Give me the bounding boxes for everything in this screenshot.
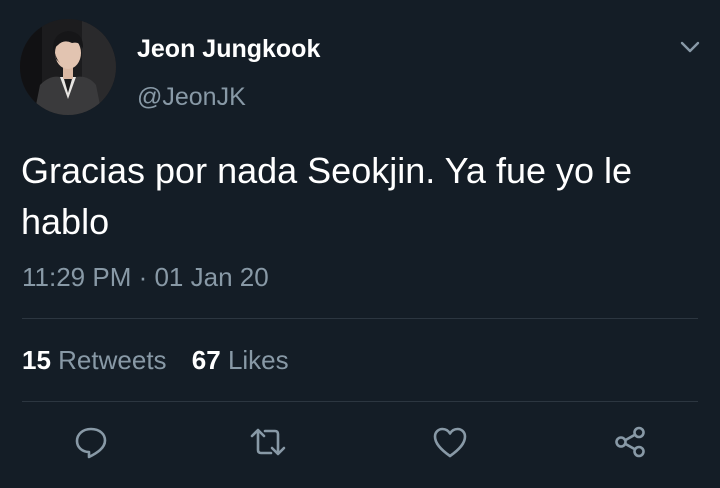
divider: [22, 401, 698, 402]
retweet-button[interactable]: [248, 422, 288, 462]
retweets-label: Retweets: [58, 345, 167, 375]
avatar[interactable]: [20, 19, 116, 115]
retweets-count: 15: [22, 345, 51, 375]
reply-button[interactable]: [71, 422, 111, 462]
like-button[interactable]: [430, 422, 470, 462]
likes-stat[interactable]: 67 Likes: [192, 343, 289, 377]
display-name[interactable]: Jeon Jungkook: [137, 33, 320, 65]
retweet-icon: [250, 428, 286, 456]
tweet-text: Gracias por nada Seokjin. Ya fue yo le h…: [21, 150, 633, 242]
chevron-down-icon[interactable]: [678, 38, 702, 56]
tweet-timestamp: 11:29 PM · 01 Jan 20: [22, 262, 269, 292]
likes-count: 67: [191, 345, 221, 375]
reply-icon: [75, 427, 107, 459]
tweet-stats: 15 Retweets 67 Likes: [22, 343, 307, 377]
user-handle[interactable]: @JeonJK: [137, 81, 246, 113]
retweets-stat[interactable]: 15 Retweets: [22, 343, 167, 377]
likes-label: Likes: [227, 345, 289, 375]
share-icon: [615, 426, 645, 458]
divider: [22, 318, 698, 319]
heart-icon: [433, 427, 467, 458]
share-button[interactable]: [610, 422, 650, 462]
avatar-photo: [20, 19, 116, 115]
